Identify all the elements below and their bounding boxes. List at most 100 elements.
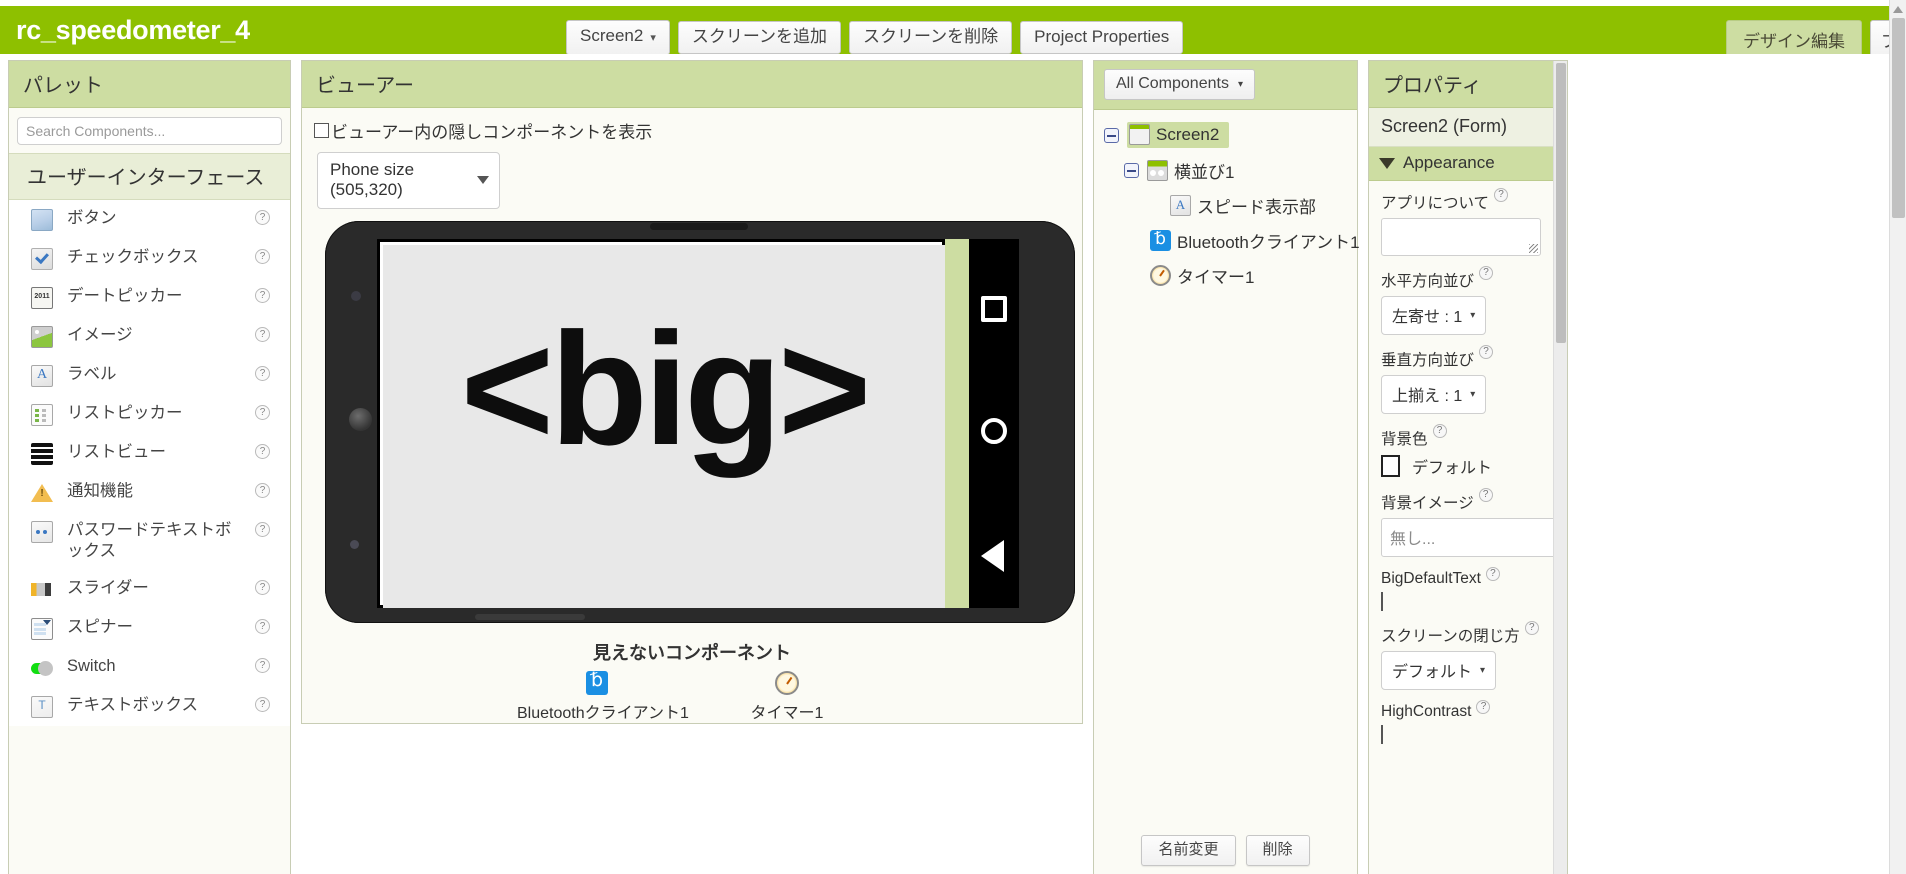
button-icon [31, 209, 53, 231]
all-components-filter[interactable]: All Components ▾ [1104, 69, 1255, 100]
help-icon[interactable]: ? [1476, 700, 1491, 714]
about-app-textarea[interactable] [1381, 218, 1541, 256]
palette-search-wrap [9, 108, 290, 153]
show-hidden-components-checkbox[interactable] [314, 123, 329, 138]
screen-canvas[interactable]: <big> [377, 239, 945, 608]
hidden-component-bluetooth-client[interactable]: Bluetoothクライアント1 [517, 669, 689, 723]
palette-item-password-textbox[interactable]: パスワードテキストボックス ? [9, 512, 290, 570]
palette-item-label[interactable]: ラベル ? [9, 356, 290, 395]
project-properties-button[interactable]: Project Properties [1020, 21, 1184, 54]
properties-section-appearance[interactable]: Appearance [1369, 147, 1567, 181]
android-navigation-bar [969, 239, 1019, 608]
tree-node-clock[interactable]: タイマー1 [1100, 263, 1351, 288]
help-icon[interactable]: ? [255, 444, 270, 459]
property-align-vertical: 垂直方向並び ? 上揃え : 1 ▾ [1381, 345, 1555, 414]
components-tree: Screen2 横並び1 スピード表示部 Bluetoothクライアント1 タイ… [1094, 110, 1360, 288]
help-icon[interactable]: ? [255, 580, 270, 595]
properties-scrollbar[interactable] [1553, 61, 1567, 874]
property-label: アプリについて [1381, 195, 1490, 212]
components-footer: 名前変更 削除 [1094, 827, 1357, 874]
page-scrollbar-thumb[interactable] [1891, 18, 1905, 218]
align-vertical-value: 上揃え : 1 [1392, 388, 1463, 405]
help-icon[interactable]: ? [1432, 424, 1447, 438]
tree-node-horizontal-arrangement[interactable]: 横並び1 [1100, 158, 1351, 183]
palette-category-user-interface[interactable]: ユーザーインターフェース [9, 153, 290, 200]
palette-item-textbox[interactable]: テキストボックス ? [9, 687, 290, 726]
tree-node-bluetooth-client[interactable]: Bluetoothクライアント1 [1100, 228, 1360, 253]
bluetooth-icon [1150, 229, 1171, 251]
help-icon[interactable]: ? [255, 697, 270, 712]
align-horizontal-select[interactable]: 左寄せ : 1 ▾ [1381, 296, 1487, 335]
phone-preview-area: <big> [314, 221, 1075, 623]
show-hidden-components-row[interactable]: ビューアー内の隠しコンポーネントを表示 [314, 118, 1070, 143]
palette-item-label: リストビュー [67, 443, 166, 461]
palette-item-slider[interactable]: スライダー ? [9, 570, 290, 609]
tree-node-screen2[interactable]: Screen2 [1100, 122, 1351, 148]
help-icon[interactable]: ? [1485, 567, 1500, 581]
palette-item-button[interactable]: ボタン ? [9, 200, 290, 239]
help-icon[interactable]: ? [255, 210, 270, 225]
palette-item-label: Switch [67, 657, 116, 675]
palette-item-listview[interactable]: リストビュー ? [9, 434, 290, 473]
help-icon[interactable]: ? [255, 288, 270, 303]
palette-item-image[interactable]: イメージ ? [9, 317, 290, 356]
page-scrollbar[interactable] [1889, 0, 1906, 874]
viewer-header: ビューアー [302, 61, 1082, 108]
form-surface[interactable]: <big> [383, 245, 945, 608]
help-icon[interactable]: ? [1524, 621, 1539, 635]
help-icon[interactable]: ? [255, 327, 270, 342]
scroll-up-icon[interactable] [1893, 6, 1903, 13]
image-icon [31, 326, 53, 348]
chevron-down-icon: ▾ [1470, 388, 1476, 400]
collapse-toggle-icon[interactable] [1104, 127, 1119, 143]
palette-item-switch[interactable]: Switch ? [9, 648, 290, 687]
show-hidden-components-label: ビューアー内の隠しコンポーネントを表示 [331, 123, 653, 142]
palette-item-notifier[interactable]: 通知機能 ? [9, 473, 290, 512]
palette-item-datepicker[interactable]: デートピッカー ? [9, 278, 290, 317]
help-icon[interactable]: ? [255, 405, 270, 420]
help-icon[interactable]: ? [1478, 488, 1493, 502]
properties-scrollbar-thumb[interactable] [1555, 63, 1566, 343]
palette-item-listpicker[interactable]: リストピッカー ? [9, 395, 290, 434]
rename-component-button[interactable]: 名前変更 [1141, 835, 1236, 866]
collapse-toggle-icon[interactable] [1124, 163, 1139, 178]
align-horizontal-value: 左寄せ : 1 [1392, 309, 1463, 326]
palette-item-label: スピナー [67, 618, 133, 636]
property-label: 垂直方向並び [1381, 352, 1475, 369]
screen-selector-button[interactable]: Screen2 ▾ [566, 20, 670, 55]
high-contrast-checkbox[interactable] [1381, 725, 1383, 744]
help-icon[interactable]: ? [1479, 266, 1494, 280]
help-icon[interactable]: ? [255, 483, 270, 498]
property-about-app: アプリについて ? [1381, 188, 1555, 256]
help-icon[interactable]: ? [1494, 188, 1509, 202]
palette-item-list: ボタン ? チェックボックス ? デートピッカー ? イメージ ? ラベル [9, 200, 290, 726]
big-default-text-checkbox[interactable] [1381, 592, 1383, 611]
palette-item-spinner[interactable]: スピナー ? [9, 609, 290, 648]
phone-size-select[interactable]: Phone size (505,320) [317, 152, 500, 209]
label-icon [31, 365, 53, 387]
speed-display-label[interactable]: <big> [383, 289, 945, 489]
background-color-swatch[interactable] [1381, 455, 1400, 477]
help-icon[interactable]: ? [255, 522, 270, 537]
add-screen-button[interactable]: スクリーンを追加 [677, 21, 842, 54]
help-icon[interactable]: ? [255, 366, 270, 381]
close-screen-animation-select[interactable]: デフォルト ▾ [1381, 651, 1497, 690]
tree-node-speed-label[interactable]: スピード表示部 [1100, 193, 1351, 218]
property-background-image: 背景イメージ ? 無し... [1381, 488, 1567, 557]
textbox-icon [31, 696, 53, 718]
remove-screen-button[interactable]: スクリーンを削除 [849, 21, 1013, 54]
help-icon[interactable]: ? [255, 658, 270, 673]
help-icon[interactable]: ? [1479, 345, 1494, 359]
delete-component-button[interactable]: 削除 [1245, 835, 1310, 866]
search-input[interactable] [17, 117, 282, 145]
hidden-component-label: タイマー1 [750, 705, 824, 722]
align-vertical-select[interactable]: 上揃え : 1 ▾ [1381, 375, 1487, 414]
help-icon[interactable]: ? [255, 619, 270, 634]
palette-item-checkbox[interactable]: チェックボックス ? [9, 239, 290, 278]
help-icon[interactable]: ? [255, 249, 270, 264]
background-image-input[interactable]: 無し... [1381, 518, 1567, 557]
hidden-component-clock[interactable]: タイマー1 [707, 671, 867, 723]
top-bar: rc_speedometer_4 Screen2 ▾ スクリーンを追加 スクリーン… [0, 6, 1906, 60]
chevron-down-icon: ▾ [650, 32, 656, 44]
palette-item-label: チェックボックス [67, 248, 199, 266]
